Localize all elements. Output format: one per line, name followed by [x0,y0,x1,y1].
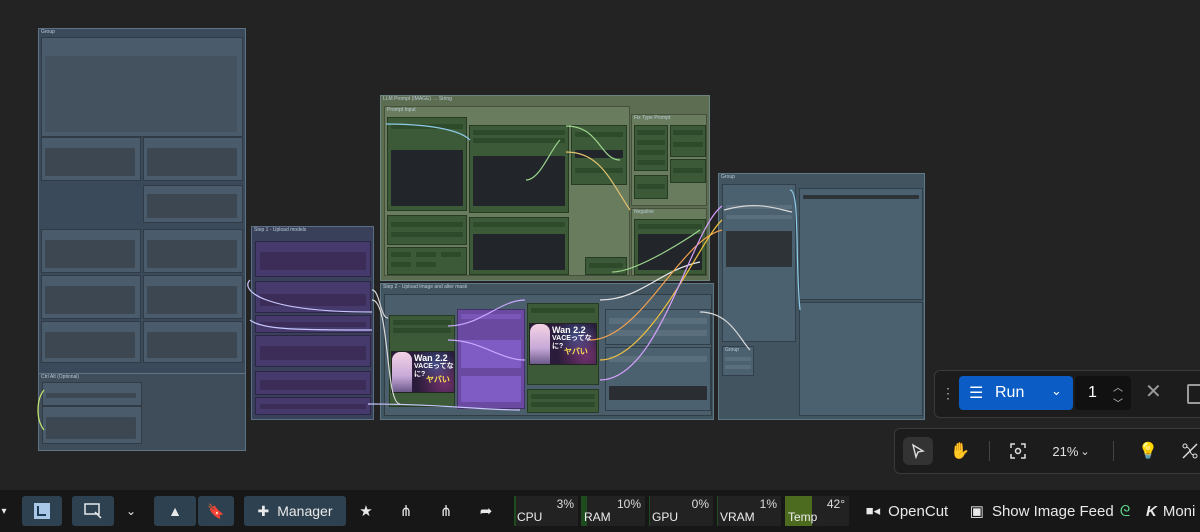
hand-icon[interactable]: ✋ [945,437,975,465]
show-image-feed-button[interactable]: ▣ Show Image Feed ᘓ [966,496,1134,526]
fit-view-icon[interactable] [1003,437,1033,465]
logo-icon-button[interactable]: ▲ [154,496,196,526]
image-icon: ▣ [969,503,984,520]
close-icon[interactable]: ✕ [1145,379,1162,404]
monitor-k-icon: K [1146,502,1157,520]
square-icon[interactable] [1187,384,1200,404]
gpu-meter-label: GPU [652,510,679,524]
chevron-down-icon[interactable]: ⌄ [1051,383,1062,399]
pointer-icon[interactable] [903,437,933,465]
chevron-down-icon[interactable]: ⌄ [118,496,144,526]
zoom-level[interactable]: 21% ⌄ [1047,437,1095,465]
vram-meter: 1% VRAM [717,496,781,526]
cpu-meter-fill [514,496,516,526]
ram-meter-label: RAM [584,510,611,524]
zoom-value: 21% [1052,443,1079,459]
opencut-button[interactable]: ■◂ OpenCut [862,496,952,526]
queue-count-stepper[interactable]: 1 ︿ ﹀ [1075,376,1131,410]
hide-links-icon[interactable] [1175,437,1200,465]
feed-status-icon: ᘓ [1119,502,1131,520]
gpu-meter-value: 0% [691,497,709,511]
puzzle-icon: ✚ [257,502,270,519]
run-label: Run [995,384,1025,401]
temp-meter-label: Temp [788,510,818,524]
bottom-toolbar: ▾ ⌄ ▲ 🔖 ✚ Manager ★ ⋔ ⋔ ➦ 3% CPU 10% RAM… [0,490,1200,532]
lightbulb-icon[interactable]: 💡 [1133,437,1163,465]
increment-icon[interactable]: ︿ [1113,379,1123,394]
cpu-meter: 3% CPU [514,496,578,526]
monitor-label: Moni [1162,502,1196,520]
monitor-button[interactable]: K Moni [1146,496,1200,526]
cpu-meter-value: 3% [556,497,574,511]
bookmark-icon[interactable]: 🔖 [198,496,234,526]
manager-button[interactable]: ✚ Manager [244,496,346,526]
gpu-meter-fill [649,496,650,526]
workflow-icon-button[interactable] [22,496,62,526]
queue-icon: ☰ [969,385,984,402]
vram-meter-fill [717,496,718,526]
screen-capture-button[interactable] [72,496,114,526]
vram-meter-value: 1% [759,497,777,511]
canvas-toolbar: ✋ 21% ⌄ 💡 [894,428,1200,474]
image-feed-label: Show Image Feed [991,502,1114,520]
opencut-label: OpenCut [888,502,949,520]
ram-meter-value: 10% [616,497,641,511]
gpu-meter: 0% GPU [649,496,713,526]
cpu-meter-label: CPU [517,510,543,524]
run-widget: ⋮⋮ ☰ Run ⌄ 1 ︿ ﹀ ✕ [934,370,1200,418]
camera-icon: ■◂ [865,503,881,518]
fork-icon-2[interactable]: ⋔ [432,496,460,526]
run-button[interactable]: ☰ Run ⌄ [959,376,1073,410]
decrement-icon[interactable]: ﹀ [1113,395,1123,410]
zoom-chevron-icon: ⌄ [1080,445,1090,458]
manager-label: Manager [277,503,333,519]
queue-count-value[interactable]: 1 [1088,384,1097,402]
temp-meter: 42° Temp [785,496,849,526]
ram-meter: 10% RAM [581,496,645,526]
menu-chevron-icon[interactable]: ▾ [0,496,8,526]
vram-meter-label: VRAM [720,510,755,524]
fork-icon[interactable]: ⋔ [392,496,420,526]
temp-meter-value: 42° [826,497,845,511]
share-icon[interactable]: ➦ [472,496,500,526]
star-icon[interactable]: ★ [352,496,380,526]
